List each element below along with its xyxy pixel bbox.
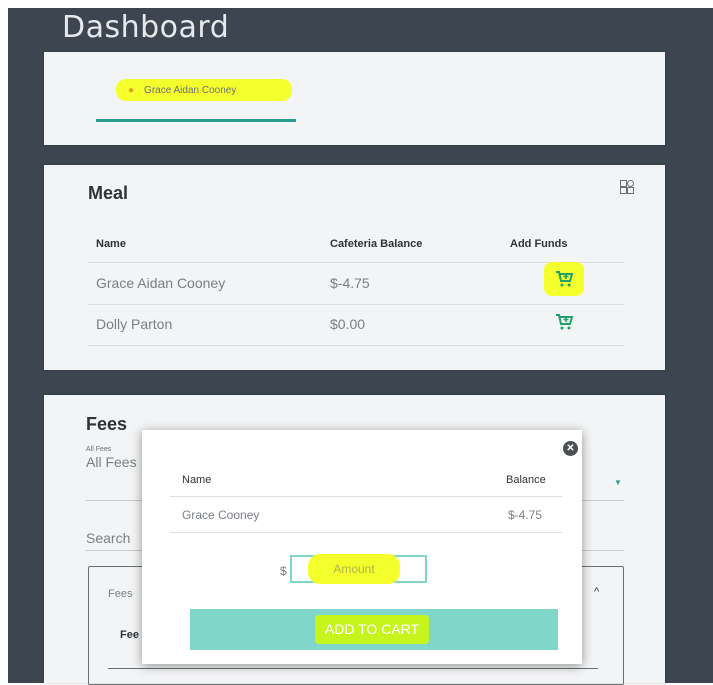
- fees-filter-select[interactable]: All Fees: [86, 454, 137, 470]
- currency-symbol: $: [280, 564, 287, 578]
- modal-row-divider: [170, 532, 562, 533]
- meal-row-divider: [88, 345, 624, 346]
- grid-view-icon[interactable]: [620, 180, 634, 194]
- close-icon[interactable]: ✕: [563, 441, 578, 456]
- modal-row-name: Grace Cooney: [182, 508, 260, 522]
- meal-title: Meal: [88, 183, 129, 203]
- amount-input[interactable]: [290, 555, 427, 583]
- active-tab-indicator: [96, 119, 296, 122]
- meal-header-balance: Cafeteria Balance: [330, 238, 423, 250]
- meal-row-1-name: Grace Aidan Cooney: [96, 275, 226, 291]
- add-to-cart-label: ADD TO CART: [324, 621, 420, 637]
- meal-row-2-balance: $0.00: [330, 316, 366, 332]
- meal-header-add-funds: Add Funds: [510, 238, 568, 250]
- fees-title: Fees: [86, 414, 128, 434]
- fees-panel-divider: [108, 668, 598, 669]
- meal-row-divider: [88, 304, 624, 305]
- meal-row-1-balance: $-4.75: [330, 275, 370, 291]
- cart-plus-icon[interactable]: [555, 314, 574, 335]
- meal-row-2-name: Dolly Parton: [96, 316, 173, 332]
- student-tab-label: Grace Aidan Cooney: [144, 84, 237, 96]
- student-avatar-icon: ●: [128, 84, 135, 96]
- meal-row-divider: [88, 262, 624, 263]
- modal-row-balance: $-4.75: [508, 508, 543, 522]
- modal-header-name: Name: [182, 474, 212, 486]
- cart-plus-icon[interactable]: [555, 271, 574, 292]
- dropdown-caret-icon[interactable]: ▼: [614, 478, 622, 487]
- fees-filter-label: All Fees: [86, 446, 112, 453]
- collapse-caret-icon[interactable]: ^: [594, 586, 599, 598]
- fee-column-header: Fee: [120, 629, 139, 641]
- fees-panel-title: Fees: [108, 588, 133, 600]
- student-tab[interactable]: ● Grace Aidan Cooney: [116, 79, 292, 101]
- page-title: Dashboard: [62, 10, 230, 45]
- search-input[interactable]: Search: [86, 530, 130, 546]
- modal-row-divider: [170, 496, 562, 497]
- meal-header-name: Name: [96, 238, 126, 250]
- modal-header-balance: Balance: [506, 474, 546, 486]
